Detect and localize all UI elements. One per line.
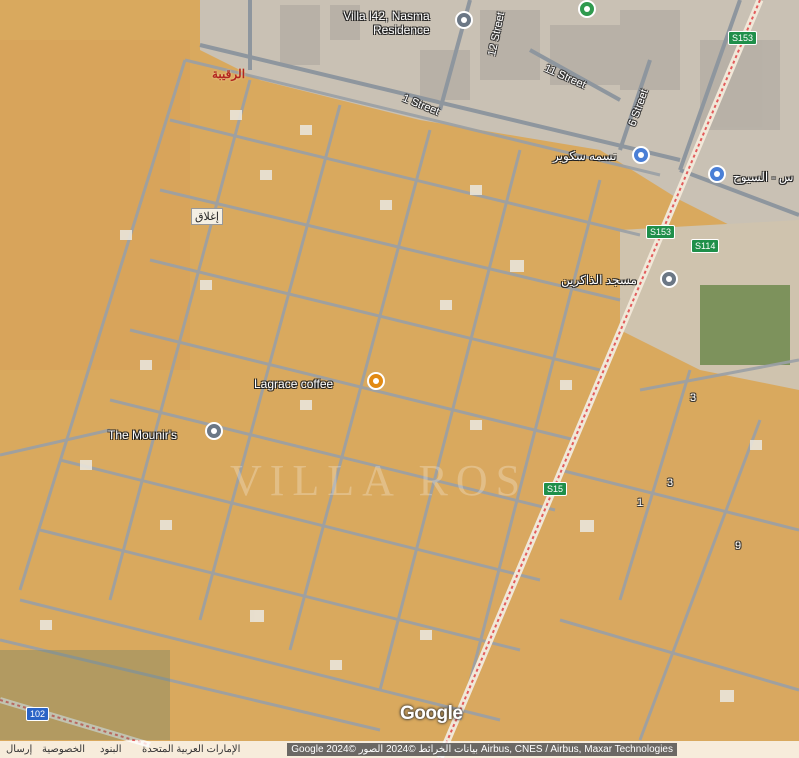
tree-icon[interactable] <box>578 0 596 18</box>
coffee-cup-icon[interactable] <box>367 372 385 390</box>
route-shield-s15: S15 <box>543 482 568 496</box>
road-3-label-b: 3 <box>667 477 674 489</box>
dhakreen-mosque-label[interactable]: مسجد الذاكرين <box>561 273 637 287</box>
footer-privacy-link[interactable]: الخصوصية <box>42 744 85 755</box>
villa-l42-label[interactable]: Villa l42, Nasma Residence <box>333 9 430 37</box>
suyoh-label[interactable]: س - السيوح <box>733 170 794 184</box>
villa-l42-name: Villa l42, Nasma <box>343 9 430 23</box>
shopping-bag-icon-suyoh[interactable] <box>708 165 726 183</box>
nasma-square-label[interactable]: نسمه سكوير <box>553 149 617 163</box>
mosque-icon[interactable] <box>660 270 678 288</box>
footer-send-link[interactable]: إرسال <box>6 744 32 755</box>
villa-l42-name-line2: Residence <box>373 23 430 37</box>
route-shield-102: 102 <box>26 707 50 721</box>
lagrace-coffee-label[interactable]: Lagrace coffee <box>254 377 333 391</box>
route-shield-s153-mid: S153 <box>646 225 676 239</box>
route-shield-s153-top: S153 <box>728 31 758 45</box>
footer-terms-link[interactable]: البنود <box>100 744 121 755</box>
map-imagery <box>0 0 799 758</box>
road-3-label-a: 3 <box>690 392 697 404</box>
watermark-text: VILLA ROS <box>230 456 529 505</box>
satellite-map[interactable]: VILLA ROS Villa l42, Nasma Residence 12 … <box>0 0 799 758</box>
closed-tag: إغلاق <box>191 208 223 225</box>
location-pin-icon[interactable] <box>455 11 473 29</box>
google-logo: Google <box>400 703 463 724</box>
shopping-bag-icon[interactable] <box>632 146 650 164</box>
mounirs-label[interactable]: The Mounir's <box>108 428 177 442</box>
location-pin-icon-mounirs[interactable] <box>205 422 223 440</box>
footer-country: الإمارات العربية المتحدة <box>142 744 241 755</box>
map-attribution: Google بيانات الخرائط ©2024 الصور ©2024 … <box>287 743 677 756</box>
area-label-ruqaiba: الرقيبة <box>212 67 246 81</box>
road-9-label: 9 <box>735 540 742 552</box>
route-shield-s114: S114 <box>691 239 720 253</box>
road-1-label: 1 <box>637 497 644 509</box>
